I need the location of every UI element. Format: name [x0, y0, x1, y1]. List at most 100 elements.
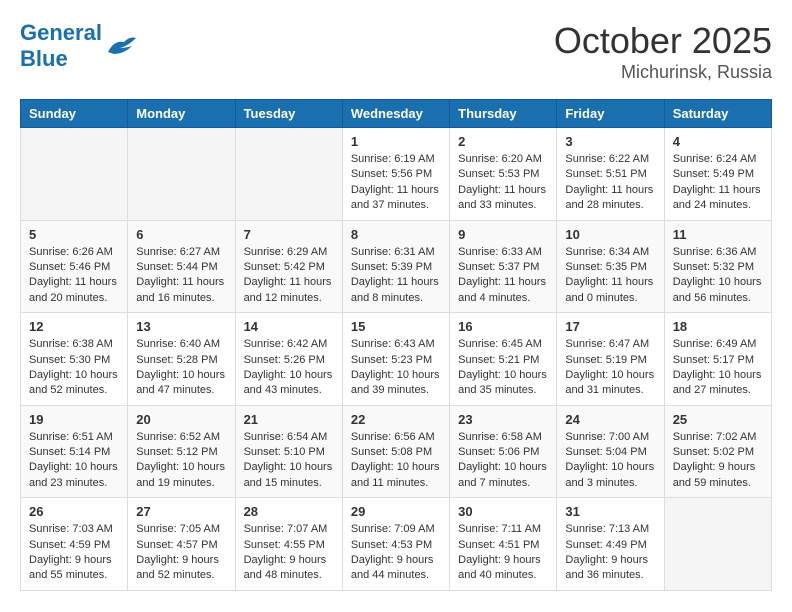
calendar-cell: 5 Sunrise: 6:26 AMSunset: 5:46 PMDayligh…: [21, 220, 128, 313]
cell-date: 7: [244, 227, 334, 242]
cell-info: Sunrise: 6:27 AMSunset: 5:44 PMDaylight:…: [136, 245, 226, 307]
cell-date: 12: [29, 319, 119, 334]
calendar-week-row: 12 Sunrise: 6:38 AMSunset: 5:30 PMDaylig…: [21, 313, 772, 406]
calendar-cell: [235, 128, 342, 221]
calendar-cell: 20 Sunrise: 6:52 AMSunset: 5:12 PMDaylig…: [128, 405, 235, 498]
cell-date: 29: [351, 504, 441, 519]
calendar-cell: 9 Sunrise: 6:33 AMSunset: 5:37 PMDayligh…: [450, 220, 557, 313]
cell-date: 6: [136, 227, 226, 242]
calendar-cell: 13 Sunrise: 6:40 AMSunset: 5:28 PMDaylig…: [128, 313, 235, 406]
calendar-cell: [128, 128, 235, 221]
calendar-cell: 19 Sunrise: 6:51 AMSunset: 5:14 PMDaylig…: [21, 405, 128, 498]
calendar-cell: 30 Sunrise: 7:11 AMSunset: 4:51 PMDaylig…: [450, 498, 557, 591]
calendar-cell: 11 Sunrise: 6:36 AMSunset: 5:32 PMDaylig…: [664, 220, 771, 313]
cell-info: Sunrise: 6:42 AMSunset: 5:26 PMDaylight:…: [244, 337, 334, 399]
cell-info: Sunrise: 6:52 AMSunset: 5:12 PMDaylight:…: [136, 430, 226, 492]
calendar-cell: 18 Sunrise: 6:49 AMSunset: 5:17 PMDaylig…: [664, 313, 771, 406]
calendar-cell: [664, 498, 771, 591]
calendar-cell: 22 Sunrise: 6:56 AMSunset: 5:08 PMDaylig…: [342, 405, 449, 498]
cell-info: Sunrise: 6:29 AMSunset: 5:42 PMDaylight:…: [244, 245, 334, 307]
day-header-saturday: Saturday: [664, 100, 771, 128]
calendar-cell: 1 Sunrise: 6:19 AMSunset: 5:56 PMDayligh…: [342, 128, 449, 221]
cell-date: 22: [351, 412, 441, 427]
cell-info: Sunrise: 6:31 AMSunset: 5:39 PMDaylight:…: [351, 245, 441, 307]
day-header-thursday: Thursday: [450, 100, 557, 128]
cell-date: 13: [136, 319, 226, 334]
calendar-table: SundayMondayTuesdayWednesdayThursdayFrid…: [20, 99, 772, 591]
calendar-cell: 29 Sunrise: 7:09 AMSunset: 4:53 PMDaylig…: [342, 498, 449, 591]
cell-info: Sunrise: 7:02 AMSunset: 5:02 PMDaylight:…: [673, 430, 763, 492]
day-header-friday: Friday: [557, 100, 664, 128]
cell-date: 25: [673, 412, 763, 427]
cell-date: 15: [351, 319, 441, 334]
calendar-cell: 16 Sunrise: 6:45 AMSunset: 5:21 PMDaylig…: [450, 313, 557, 406]
cell-info: Sunrise: 6:20 AMSunset: 5:53 PMDaylight:…: [458, 152, 548, 214]
cell-info: Sunrise: 7:09 AMSunset: 4:53 PMDaylight:…: [351, 522, 441, 584]
cell-date: 28: [244, 504, 334, 519]
calendar-cell: 15 Sunrise: 6:43 AMSunset: 5:23 PMDaylig…: [342, 313, 449, 406]
cell-info: Sunrise: 6:24 AMSunset: 5:49 PMDaylight:…: [673, 152, 763, 214]
cell-date: 30: [458, 504, 548, 519]
calendar-week-row: 19 Sunrise: 6:51 AMSunset: 5:14 PMDaylig…: [21, 405, 772, 498]
cell-date: 1: [351, 134, 441, 149]
logo-text: General Blue: [20, 20, 102, 73]
cell-date: 18: [673, 319, 763, 334]
calendar-cell: 17 Sunrise: 6:47 AMSunset: 5:19 PMDaylig…: [557, 313, 664, 406]
calendar-week-row: 1 Sunrise: 6:19 AMSunset: 5:56 PMDayligh…: [21, 128, 772, 221]
title-block: October 2025 Michurinsk, Russia: [554, 20, 772, 83]
cell-date: 9: [458, 227, 548, 242]
cell-info: Sunrise: 6:34 AMSunset: 5:35 PMDaylight:…: [565, 245, 655, 307]
calendar-week-row: 5 Sunrise: 6:26 AMSunset: 5:46 PMDayligh…: [21, 220, 772, 313]
cell-info: Sunrise: 6:58 AMSunset: 5:06 PMDaylight:…: [458, 430, 548, 492]
cell-date: 4: [673, 134, 763, 149]
calendar-cell: [21, 128, 128, 221]
cell-info: Sunrise: 6:43 AMSunset: 5:23 PMDaylight:…: [351, 337, 441, 399]
cell-info: Sunrise: 6:38 AMSunset: 5:30 PMDaylight:…: [29, 337, 119, 399]
calendar-cell: 14 Sunrise: 6:42 AMSunset: 5:26 PMDaylig…: [235, 313, 342, 406]
cell-info: Sunrise: 6:47 AMSunset: 5:19 PMDaylight:…: [565, 337, 655, 399]
day-header-monday: Monday: [128, 100, 235, 128]
cell-info: Sunrise: 7:00 AMSunset: 5:04 PMDaylight:…: [565, 430, 655, 492]
calendar-cell: 25 Sunrise: 7:02 AMSunset: 5:02 PMDaylig…: [664, 405, 771, 498]
calendar-cell: 3 Sunrise: 6:22 AMSunset: 5:51 PMDayligh…: [557, 128, 664, 221]
cell-info: Sunrise: 6:26 AMSunset: 5:46 PMDaylight:…: [29, 245, 119, 307]
calendar-cell: 10 Sunrise: 6:34 AMSunset: 5:35 PMDaylig…: [557, 220, 664, 313]
cell-info: Sunrise: 6:36 AMSunset: 5:32 PMDaylight:…: [673, 245, 763, 307]
cell-info: Sunrise: 7:13 AMSunset: 4:49 PMDaylight:…: [565, 522, 655, 584]
calendar-cell: 21 Sunrise: 6:54 AMSunset: 5:10 PMDaylig…: [235, 405, 342, 498]
page-header: General Blue October 2025 Michurinsk, Ru…: [20, 20, 772, 83]
cell-date: 24: [565, 412, 655, 427]
day-header-sunday: Sunday: [21, 100, 128, 128]
cell-info: Sunrise: 6:33 AMSunset: 5:37 PMDaylight:…: [458, 245, 548, 307]
cell-date: 23: [458, 412, 548, 427]
calendar-cell: 4 Sunrise: 6:24 AMSunset: 5:49 PMDayligh…: [664, 128, 771, 221]
cell-info: Sunrise: 6:45 AMSunset: 5:21 PMDaylight:…: [458, 337, 548, 399]
cell-info: Sunrise: 7:07 AMSunset: 4:55 PMDaylight:…: [244, 522, 334, 584]
cell-date: 20: [136, 412, 226, 427]
calendar-cell: 8 Sunrise: 6:31 AMSunset: 5:39 PMDayligh…: [342, 220, 449, 313]
cell-info: Sunrise: 6:51 AMSunset: 5:14 PMDaylight:…: [29, 430, 119, 492]
cell-date: 5: [29, 227, 119, 242]
calendar-cell: 23 Sunrise: 6:58 AMSunset: 5:06 PMDaylig…: [450, 405, 557, 498]
cell-date: 3: [565, 134, 655, 149]
calendar-cell: 2 Sunrise: 6:20 AMSunset: 5:53 PMDayligh…: [450, 128, 557, 221]
calendar-cell: 26 Sunrise: 7:03 AMSunset: 4:59 PMDaylig…: [21, 498, 128, 591]
cell-date: 26: [29, 504, 119, 519]
cell-date: 31: [565, 504, 655, 519]
cell-info: Sunrise: 6:22 AMSunset: 5:51 PMDaylight:…: [565, 152, 655, 214]
calendar-cell: 12 Sunrise: 6:38 AMSunset: 5:30 PMDaylig…: [21, 313, 128, 406]
cell-date: 10: [565, 227, 655, 242]
calendar-cell: 7 Sunrise: 6:29 AMSunset: 5:42 PMDayligh…: [235, 220, 342, 313]
cell-info: Sunrise: 6:56 AMSunset: 5:08 PMDaylight:…: [351, 430, 441, 492]
calendar-cell: 28 Sunrise: 7:07 AMSunset: 4:55 PMDaylig…: [235, 498, 342, 591]
month-title: October 2025: [554, 20, 772, 62]
calendar-cell: 31 Sunrise: 7:13 AMSunset: 4:49 PMDaylig…: [557, 498, 664, 591]
cell-info: Sunrise: 6:19 AMSunset: 5:56 PMDaylight:…: [351, 152, 441, 214]
cell-date: 19: [29, 412, 119, 427]
cell-info: Sunrise: 7:05 AMSunset: 4:57 PMDaylight:…: [136, 522, 226, 584]
cell-info: Sunrise: 6:49 AMSunset: 5:17 PMDaylight:…: [673, 337, 763, 399]
cell-date: 8: [351, 227, 441, 242]
cell-date: 11: [673, 227, 763, 242]
day-header-wednesday: Wednesday: [342, 100, 449, 128]
calendar-cell: 27 Sunrise: 7:05 AMSunset: 4:57 PMDaylig…: [128, 498, 235, 591]
